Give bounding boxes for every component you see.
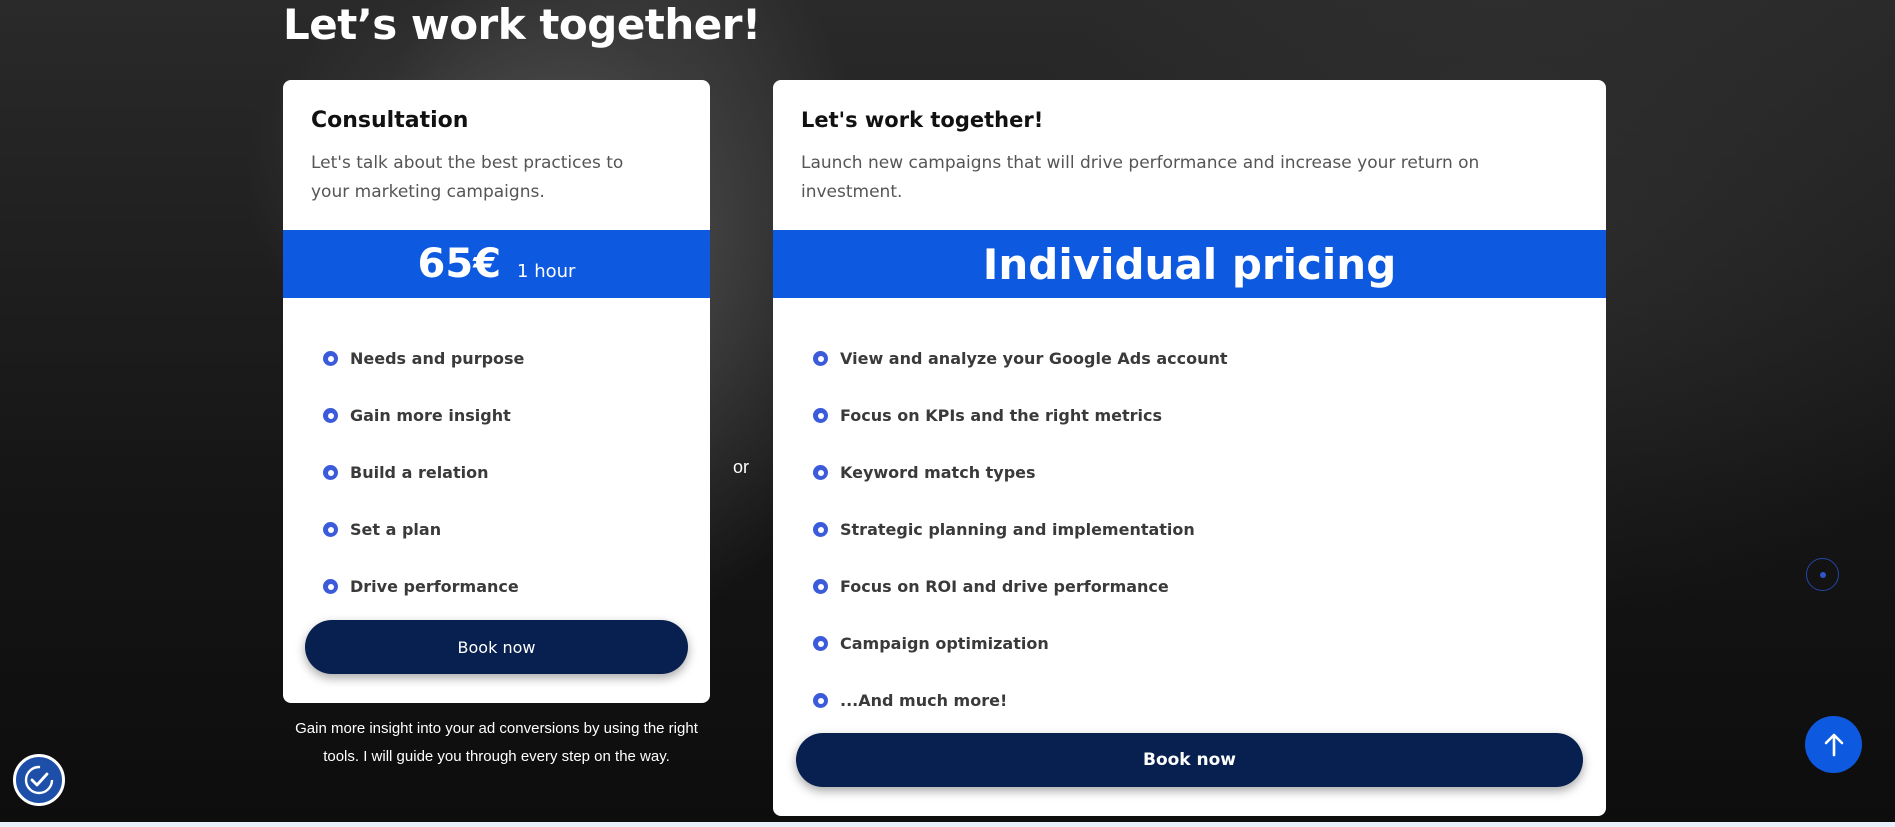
price-unit: 1 hour: [517, 260, 576, 282]
consultation-feature-list: Needs and purpose Gain more insight Buil…: [323, 330, 524, 615]
consultation-card: Consultation Let's talk about the best p…: [283, 80, 710, 703]
pricing-label: Individual pricing: [982, 239, 1397, 289]
collaboration-card: Let's work together! Launch new campaign…: [773, 80, 1606, 816]
page-title: Let’s work together!: [283, 0, 761, 49]
bullet-icon: [813, 693, 828, 708]
list-item: Focus on KPIs and the right metrics: [813, 387, 1228, 444]
list-item: Drive performance: [323, 558, 524, 615]
bullet-icon: [323, 522, 338, 537]
feature-label: Keyword match types: [840, 463, 1036, 482]
price-amount: 65€: [417, 241, 502, 287]
consultation-price-band: 65€ 1 hour: [283, 230, 710, 298]
arrow-up-icon: [1824, 733, 1843, 756]
bullet-icon: [813, 579, 828, 594]
list-item: ...And much more!: [813, 672, 1228, 729]
bullet-icon: [323, 408, 338, 423]
accessibility-button[interactable]: [13, 754, 65, 806]
feature-label: Strategic planning and implementation: [840, 520, 1195, 539]
bullet-icon: [813, 465, 828, 480]
feature-label: View and analyze your Google Ads account: [840, 349, 1228, 368]
feature-label: Gain more insight: [350, 406, 511, 425]
list-item: Strategic planning and implementation: [813, 501, 1228, 558]
or-separator: or: [733, 457, 750, 477]
collaboration-title: Let's work together!: [801, 108, 1044, 132]
accessibility-check-icon: [24, 765, 54, 795]
collaboration-feature-list: View and analyze your Google Ads account…: [813, 330, 1228, 729]
bullet-icon: [323, 579, 338, 594]
collaboration-price-band: Individual pricing: [773, 230, 1606, 298]
consultation-title: Consultation: [311, 108, 469, 133]
feature-label: ...And much more!: [840, 691, 1008, 710]
bullet-icon: [813, 522, 828, 537]
feature-label: Drive performance: [350, 577, 519, 596]
list-item: View and analyze your Google Ads account: [813, 330, 1228, 387]
feature-label: Build a relation: [350, 463, 489, 482]
feature-label: Focus on KPIs and the right metrics: [840, 406, 1163, 425]
list-item: Keyword match types: [813, 444, 1228, 501]
list-item: Gain more insight: [323, 387, 524, 444]
consultation-note: Gain more insight into your ad conversio…: [295, 720, 698, 765]
feature-label: Set a plan: [350, 520, 442, 539]
feature-label: Campaign optimization: [840, 634, 1049, 653]
bullet-icon: [813, 636, 828, 651]
bullet-icon: [813, 351, 828, 366]
consultation-description: Let's talk about the best practices to y…: [311, 153, 624, 202]
back-to-top-button[interactable]: [1805, 716, 1862, 773]
feature-label: Focus on ROI and drive performance: [840, 577, 1169, 596]
bottom-edge-strip: [0, 822, 1895, 827]
feature-label: Needs and purpose: [350, 349, 525, 368]
collaboration-book-now-button[interactable]: Book now: [796, 733, 1583, 787]
list-item: Campaign optimization: [813, 615, 1228, 672]
bullet-icon: [323, 351, 338, 366]
consultation-book-now-button[interactable]: Book now: [305, 620, 688, 674]
scroll-dot-icon[interactable]: [1806, 558, 1839, 591]
bullet-icon: [323, 465, 338, 480]
list-item: Set a plan: [323, 501, 524, 558]
list-item: Focus on ROI and drive performance: [813, 558, 1228, 615]
bullet-icon: [813, 408, 828, 423]
list-item: Build a relation: [323, 444, 524, 501]
collaboration-description: Launch new campaigns that will drive per…: [801, 153, 1480, 202]
list-item: Needs and purpose: [323, 330, 524, 387]
